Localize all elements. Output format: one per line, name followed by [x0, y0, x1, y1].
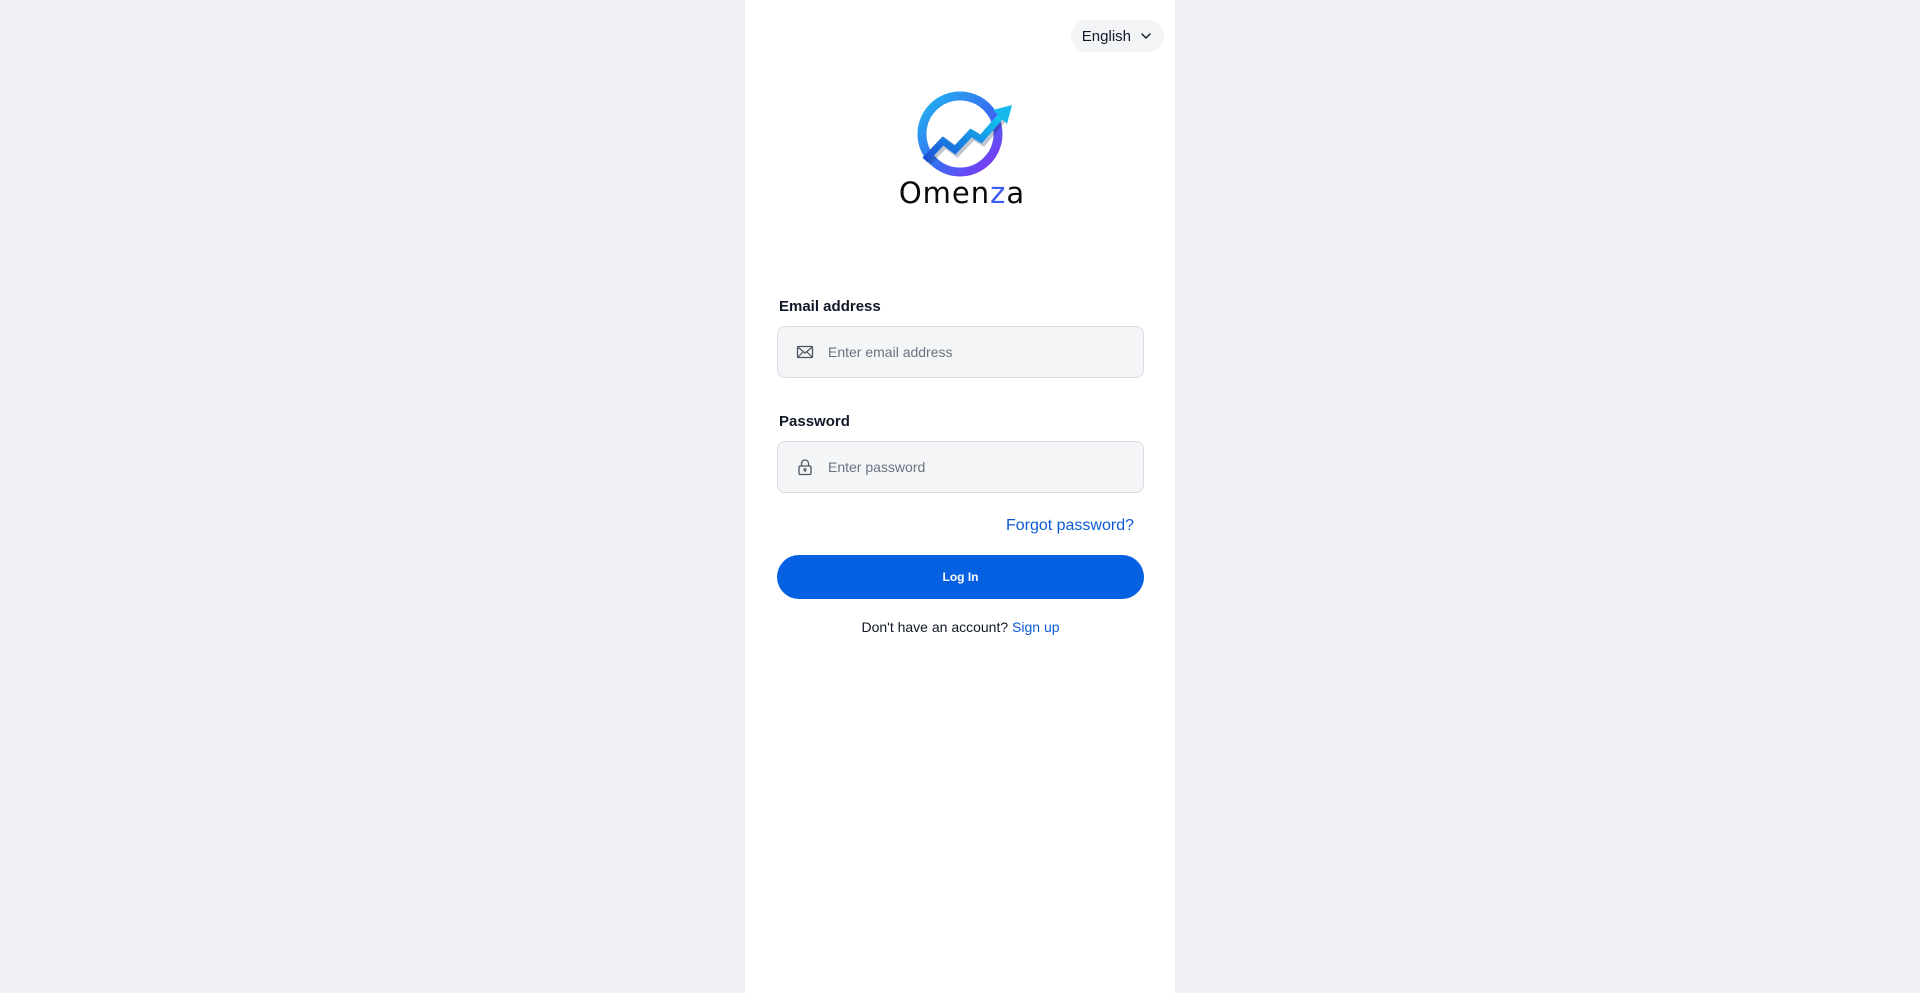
brand-name: Omenza	[893, 176, 1031, 210]
forgot-password-link[interactable]: Forgot password?	[1006, 517, 1134, 534]
brand-name-prefix: Omen	[898, 176, 991, 210]
email-field[interactable]	[777, 326, 1144, 378]
logo-mark-icon	[917, 91, 1012, 177]
brand-name-suffix: a	[1006, 176, 1026, 210]
chevron-down-icon	[1141, 33, 1151, 39]
signup-row: Don't have an account? Sign up	[777, 619, 1144, 635]
lock-icon	[798, 459, 812, 476]
login-form: Email address Password	[777, 297, 1144, 635]
login-button[interactable]: Log In	[777, 555, 1144, 599]
email-label: Email address	[779, 298, 881, 315]
login-panel: English Omenza Email address Enter email…	[745, 0, 1175, 993]
envelope-icon	[796, 345, 814, 359]
password-input[interactable]	[828, 459, 1128, 475]
language-select[interactable]: English	[1070, 20, 1164, 52]
language-select-label: English	[1081, 27, 1131, 45]
brand-logo: Omenza	[893, 88, 1031, 214]
brand-name-accent: z	[990, 176, 1007, 210]
email-input[interactable]	[828, 344, 1128, 360]
signup-link[interactable]: Sign up	[1012, 619, 1059, 635]
signup-prompt: Don't have an account?	[861, 619, 1009, 635]
password-field[interactable]	[777, 441, 1144, 493]
password-label: Password	[779, 413, 850, 430]
